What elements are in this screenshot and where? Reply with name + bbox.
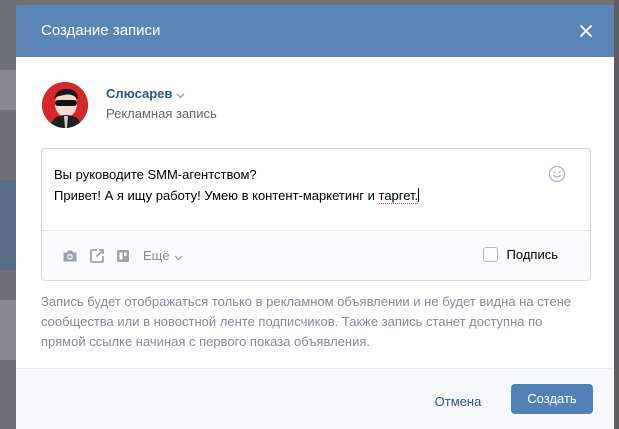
- background-scrollbar: [614, 0, 619, 429]
- camera-icon[interactable]: [62, 248, 78, 264]
- chevron-down-icon: [176, 87, 185, 102]
- modal-header: Создание записи: [16, 5, 614, 57]
- signature-label[interactable]: Подпись: [507, 247, 558, 262]
- author-name-dropdown[interactable]: Слюсарев: [106, 86, 185, 102]
- share-link-icon[interactable]: [89, 248, 105, 264]
- post-type-label: Рекламная запись: [106, 106, 217, 121]
- chevron-down-icon: [174, 249, 183, 264]
- text-line: Вы руководите SMM-агентством?: [54, 167, 257, 182]
- text-caret: [418, 188, 420, 202]
- article-icon[interactable]: [115, 248, 131, 264]
- post-text-field[interactable]: Вы руководите SMM-агентством? Привет! А …: [54, 164, 534, 206]
- attachment-toolbar: Ещё Подпись: [42, 230, 590, 280]
- author-name: Слюсарев: [106, 86, 173, 101]
- post-editor[interactable]: Вы руководите SMM-агентством? Привет! А …: [41, 148, 591, 281]
- create-post-modal: Создание записи Слюсарев Рекламная запис…: [16, 5, 614, 429]
- ad-post-notice: Запись будет отображаться только в рекла…: [41, 294, 572, 349]
- text-fragment: Привет! А я ищу работу! Умею в контент-м…: [54, 188, 379, 203]
- background-page-fragment: [0, 300, 16, 360]
- signature-checkbox[interactable]: [483, 247, 498, 262]
- emoji-icon[interactable]: [548, 165, 566, 183]
- text-line: Привет! А я ищу работу! Умею в контент-м…: [54, 185, 534, 206]
- create-button[interactable]: Создать: [511, 384, 593, 414]
- more-attachments-button[interactable]: Ещё: [143, 248, 183, 264]
- background-page-fragment: [0, 180, 16, 270]
- more-label: Ещё: [143, 248, 170, 263]
- close-icon[interactable]: [576, 21, 596, 41]
- cancel-button[interactable]: Отмена: [423, 388, 493, 418]
- background-page-fragment: [0, 70, 16, 110]
- modal-title: Создание записи: [41, 22, 161, 39]
- avatar[interactable]: [42, 82, 88, 128]
- misspelled-word: таргет.: [378, 188, 419, 204]
- modal-footer: Отмена Создать: [16, 368, 614, 429]
